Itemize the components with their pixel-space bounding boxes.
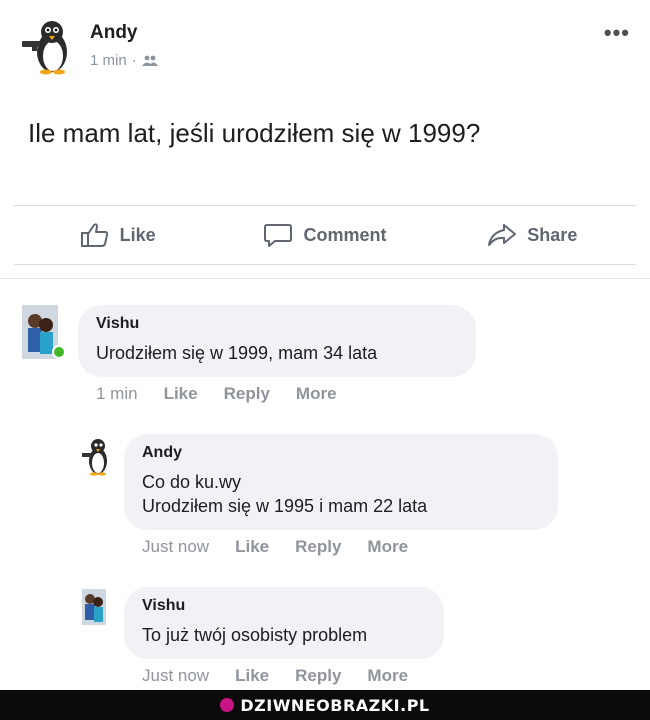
comment-actions: Just now Like Reply More — [142, 666, 408, 686]
share-button[interactable]: Share — [429, 206, 636, 264]
comment-like-link[interactable]: Like — [235, 666, 269, 686]
post-text: Ile mam lat, jeśli urodziłem się w 1999? — [28, 118, 481, 148]
friends-icon — [141, 55, 158, 66]
comment-reply: Andy Co do ku.wy Urodziłem się w 1995 i … — [0, 432, 650, 562]
watermark-bar: DZIWNEOBRAZKI.PL — [0, 690, 650, 720]
comment-author[interactable]: Vishu — [142, 597, 426, 615]
comment-actions: Just now Like Reply More — [142, 537, 408, 557]
comment: Vishu Urodziłem się w 1999, mam 34 lata … — [0, 300, 650, 410]
action-bar: Like Comment Share — [14, 205, 636, 265]
avatar[interactable] — [80, 436, 112, 476]
comment-reply-link[interactable]: Reply — [295, 666, 341, 686]
comment-reply-link[interactable]: Reply — [224, 384, 270, 404]
comment-text-line: Urodziłem się w 1995 i mam 22 lata — [142, 496, 428, 516]
like-button[interactable]: Like — [14, 206, 221, 264]
comment-bubble-icon — [264, 224, 293, 247]
comment-bubble: Vishu To już twój osobisty problem — [124, 587, 444, 659]
comment-time[interactable]: Just now — [142, 666, 209, 686]
like-label: Like — [119, 224, 156, 245]
post-header: Andy 1 min · ••• — [0, 0, 650, 90]
comment-reply-link[interactable]: Reply — [295, 537, 341, 557]
couple-photo-avatar-icon — [82, 589, 106, 625]
comment-bubble: Andy Co do ku.wy Urodziłem się w 1995 i … — [124, 434, 558, 530]
share-arrow-icon — [488, 224, 517, 246]
post-time[interactable]: 1 min — [90, 52, 127, 69]
watermark-logo-icon — [220, 698, 235, 712]
post-author[interactable]: Andy — [90, 22, 138, 44]
comment-text-line: Co do ku.wy — [142, 472, 242, 492]
comment-text: To już twój osobisty problem — [142, 625, 368, 645]
watermark-text: DZIWNEOBRAZKI.PL — [240, 695, 430, 715]
avatar[interactable] — [18, 16, 78, 76]
comment-author[interactable]: Andy — [142, 444, 540, 462]
comment-time[interactable]: Just now — [142, 537, 209, 557]
comment-like-link[interactable]: Like — [164, 384, 198, 404]
comment-button[interactable]: Comment — [221, 206, 428, 264]
comment-author[interactable]: Vishu — [96, 315, 458, 333]
comment-bubble: Vishu Urodziłem się w 1999, mam 34 lata — [78, 305, 476, 377]
comment-text: Urodziłem się w 1999, mam 34 lata — [96, 343, 378, 363]
comment-reply: Vishu To już twój osobisty problem Just … — [0, 585, 650, 690]
comment-actions: 1 min Like Reply More — [96, 384, 337, 404]
penguin-avatar-icon — [22, 21, 67, 75]
avatar[interactable] — [82, 589, 106, 625]
thumbs-up-icon — [80, 223, 108, 247]
divider — [0, 278, 650, 292]
comment-like-link[interactable]: Like — [235, 537, 269, 557]
more-options-icon[interactable]: ••• — [604, 22, 630, 44]
comment-more-link[interactable]: More — [296, 384, 337, 404]
share-label: Share — [527, 224, 578, 245]
meta-separator: · — [131, 52, 137, 69]
post-meta: 1 min · — [90, 52, 158, 69]
comment-time[interactable]: 1 min — [96, 384, 138, 404]
comment-more-link[interactable]: More — [367, 666, 408, 686]
comment-label: Comment — [303, 224, 387, 245]
penguin-avatar-icon — [82, 439, 107, 476]
online-status-icon — [52, 345, 66, 359]
comment-more-link[interactable]: More — [367, 537, 408, 557]
